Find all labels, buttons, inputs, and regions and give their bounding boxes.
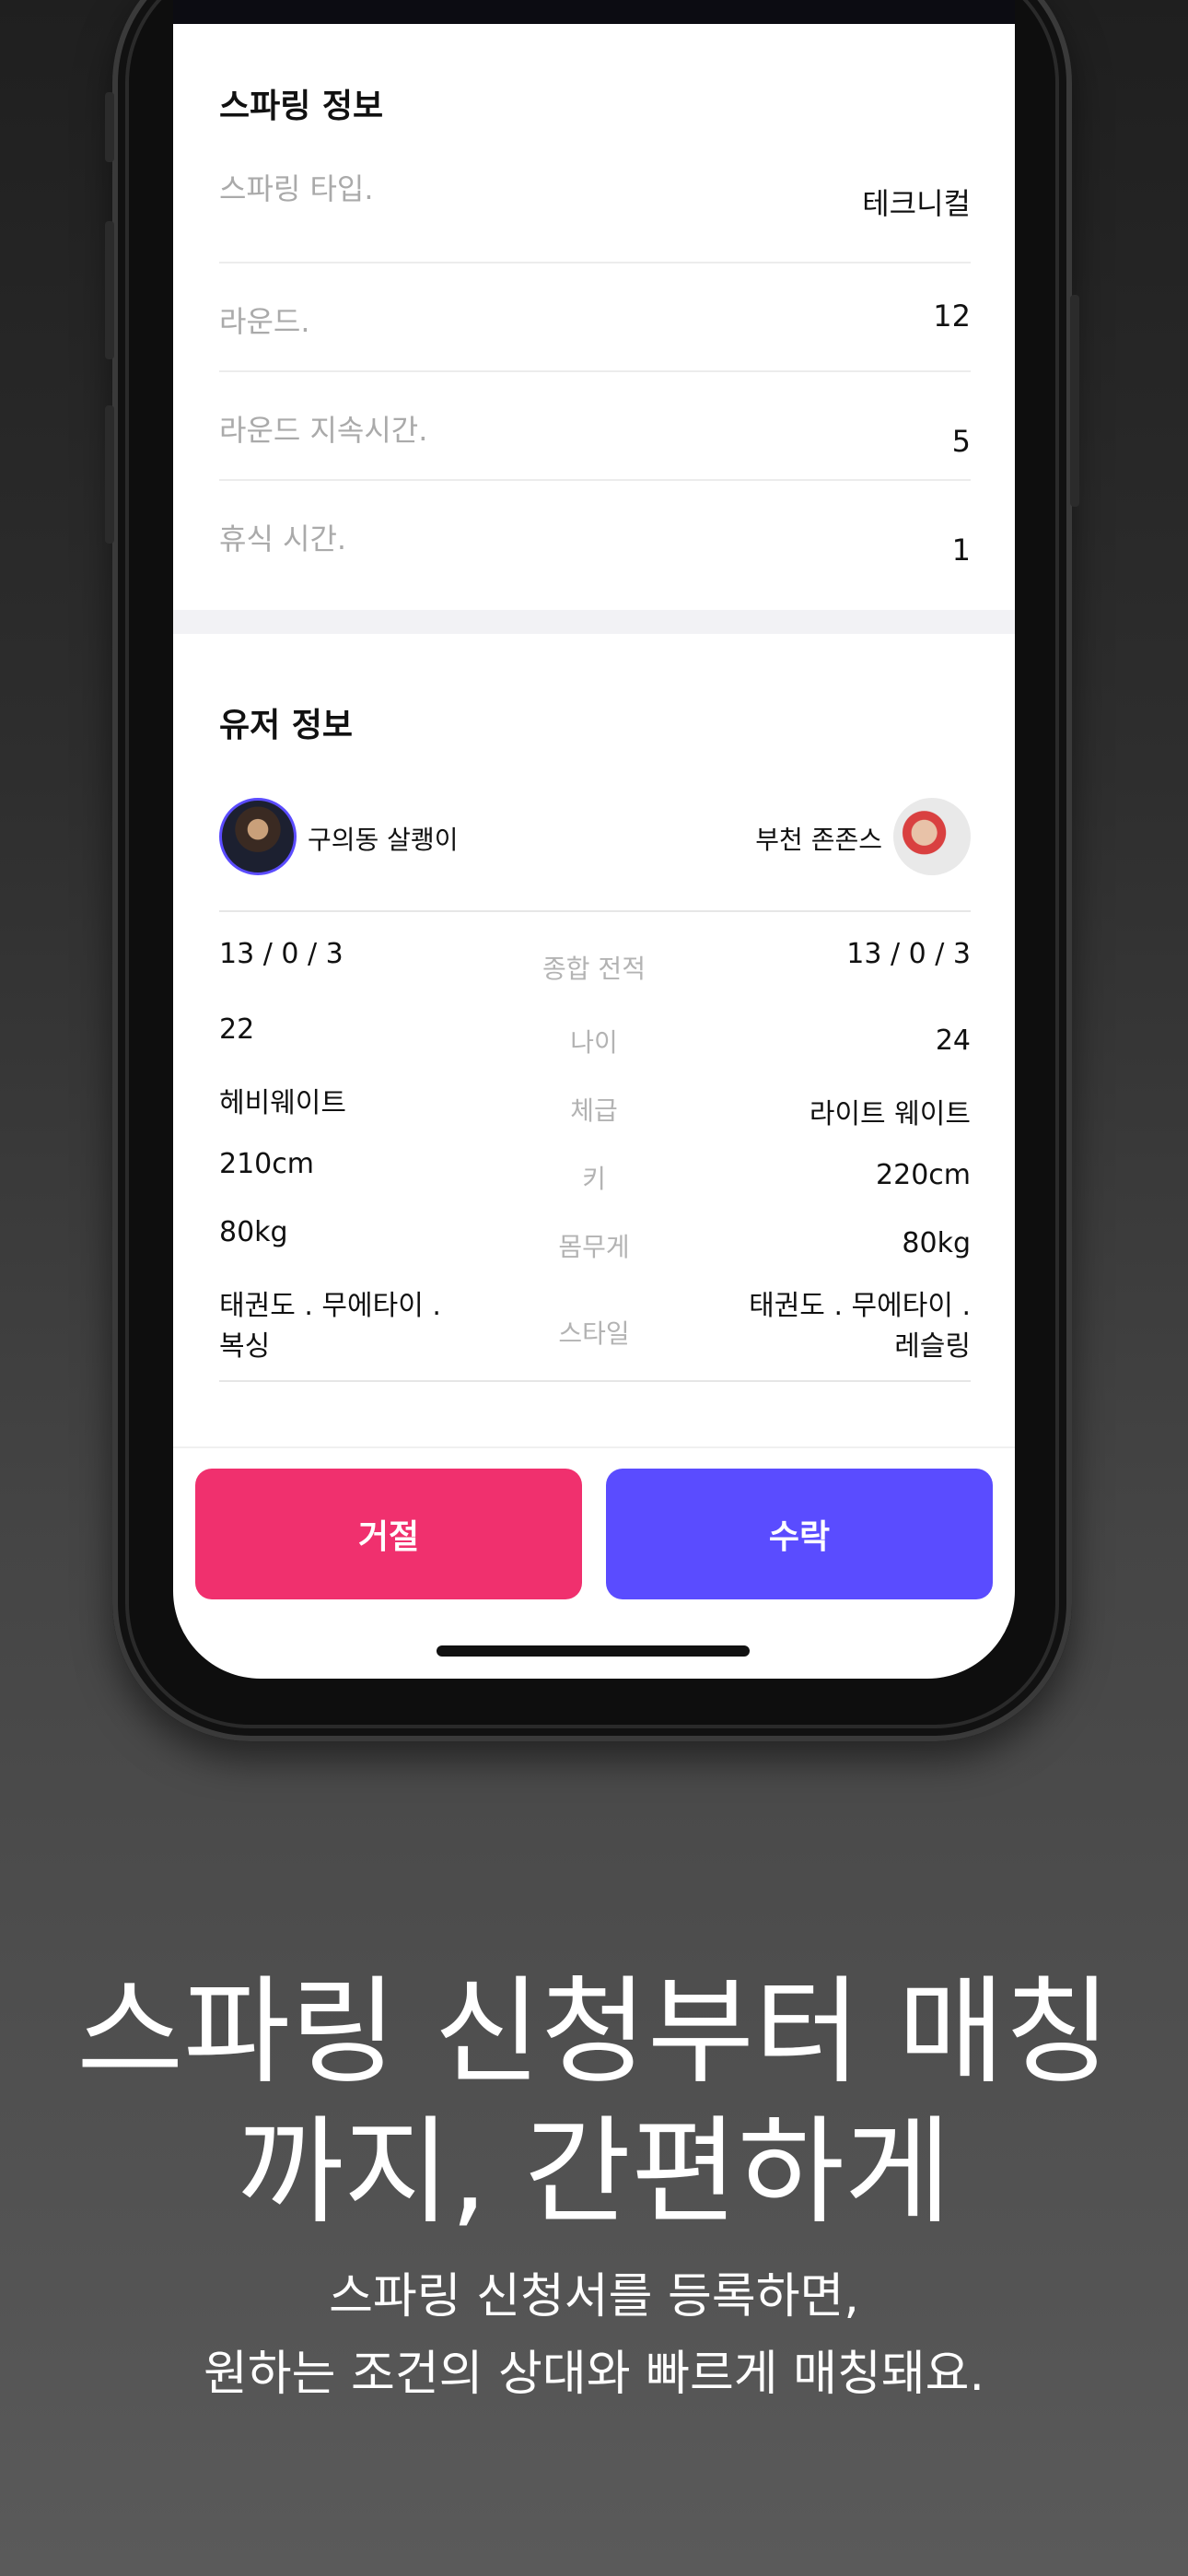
promo-subline-1: 스파링 신청서를 등록하면, xyxy=(329,2269,859,2324)
home-indicator xyxy=(437,1645,750,1657)
weight-label: 몸무게 xyxy=(558,1232,630,1262)
right-weight: 80kg xyxy=(902,1227,971,1259)
app-screen: 스파링 정보 스파링 타입. 테크니컬 라운드. 12 라운드 지속시간. 5 … xyxy=(173,0,1015,1679)
power-button xyxy=(1070,295,1079,507)
spar-type-value: 테크니컬 xyxy=(862,186,971,221)
volume-down-button xyxy=(105,405,114,544)
users-row: 구의동 살쾡이 부천 존존스 xyxy=(219,798,971,881)
spar-info-section: 스파링 정보 xyxy=(219,79,971,127)
round-duration-row: 라운드 지속시간. 5 xyxy=(219,370,971,481)
spar-info-list: 스파링 타입. 테크니컬 라운드. 12 라운드 지속시간. 5 휴식 시간. … xyxy=(219,153,971,595)
rounds-value: 12 xyxy=(933,299,971,334)
rest-time-value: 1 xyxy=(951,533,971,568)
stats-divider-top xyxy=(219,910,971,912)
round-duration-label: 라운드 지속시간. xyxy=(219,413,428,448)
right-user-avatar[interactable] xyxy=(893,798,971,875)
user-info-title: 유저 정보 xyxy=(219,707,354,744)
accept-button[interactable]: 수락 xyxy=(606,1469,993,1599)
promo-headline-line2: 까지, 간편하게 xyxy=(237,2104,951,2240)
rounds-row: 라운드. 12 xyxy=(219,262,971,372)
stats-divider-bottom xyxy=(219,1380,971,1382)
right-weight-class: 라이트 웨이트 xyxy=(809,1098,971,1130)
rest-time-label: 휴식 시간. xyxy=(219,521,347,556)
rest-time-row: 휴식 시간. 1 xyxy=(219,479,971,588)
round-duration-value: 5 xyxy=(951,424,971,459)
section-divider xyxy=(173,610,1015,634)
right-height: 220cm xyxy=(876,1159,971,1191)
spar-info-title: 스파링 정보 xyxy=(219,88,384,125)
mute-switch xyxy=(105,92,114,162)
top-bar xyxy=(173,0,1015,24)
left-user-name[interactable]: 구의동 살쾡이 xyxy=(308,820,458,857)
left-user-avatar[interactable] xyxy=(219,798,297,875)
promo-subline-2: 원하는 조건의 상대와 빠르게 매칭돼요. xyxy=(203,2347,985,2402)
age-label: 나이 xyxy=(570,1027,618,1058)
rounds-label: 라운드. xyxy=(219,304,310,339)
promo-headline-line1: 스파링 신청부터 매칭 xyxy=(76,1964,1112,2100)
button-area-divider xyxy=(173,1446,1015,1448)
user-info-section: 유저 정보 xyxy=(219,698,971,746)
right-style-line2: 레슬링 xyxy=(894,1330,971,1363)
volume-up-button xyxy=(105,221,114,359)
spar-type-row: 스파링 타입. 테크니컬 xyxy=(219,153,971,263)
right-record: 13 / 0 / 3 xyxy=(846,938,971,970)
right-user-name[interactable]: 부천 존존스 xyxy=(755,820,882,857)
right-age: 24 xyxy=(935,1025,971,1057)
right-style-line1: 태권도 . 무에타이 . xyxy=(749,1290,971,1322)
spar-type-label: 스파링 타입. xyxy=(219,171,374,206)
reject-button[interactable]: 거절 xyxy=(195,1469,582,1599)
